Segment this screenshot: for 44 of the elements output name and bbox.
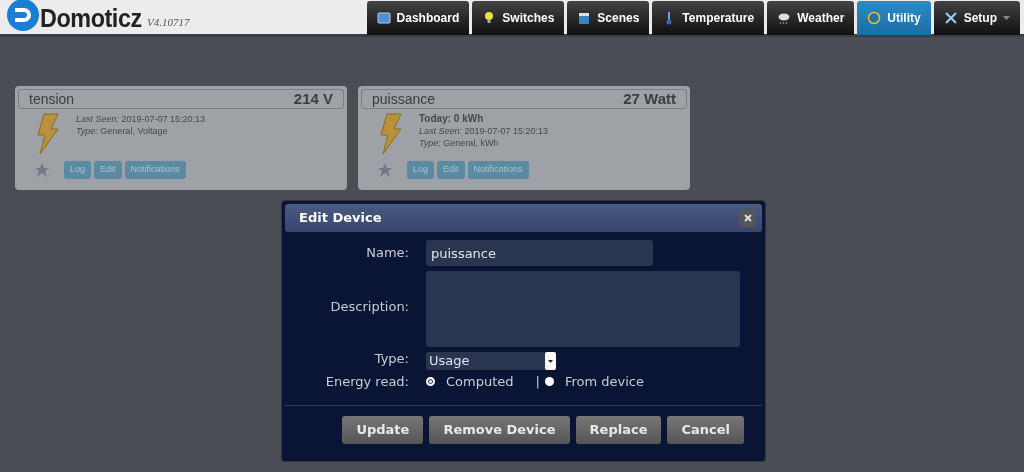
lightning-icon: [377, 113, 403, 155]
detail-text: Last Seen: 2019-07-07 15:20:13: [419, 125, 549, 137]
name-field[interactable]: puissance: [426, 240, 653, 266]
dialog-button[interactable]: Update: [342, 416, 424, 444]
device-name: tension: [29, 89, 75, 109]
lightning-icon: [34, 113, 60, 155]
logo-text: Domoticz: [40, 3, 142, 33]
energy-radio[interactable]: Computed: [426, 372, 514, 392]
dialog-button[interactable]: Cancel: [667, 416, 744, 444]
description-field[interactable]: [426, 271, 740, 347]
version-text: V4.10717: [147, 14, 190, 30]
energy-read-label: Energy read:: [324, 373, 409, 391]
separator-text: |: [535, 373, 540, 391]
close-button[interactable]: [739, 209, 756, 227]
detail-text: Last Seen: 2019-07-07 15:20:13: [76, 113, 206, 125]
dialog-title: Edit Device: [299, 209, 382, 228]
star-icon: [35, 163, 49, 177]
star-icon: [378, 163, 392, 177]
nav-tab[interactable]: Switches: [472, 1, 565, 35]
device-name: puissance: [372, 89, 436, 109]
detail-text: Type: General, Voltage: [76, 125, 169, 137]
caret-icon: [548, 359, 553, 363]
nav-tab[interactable]: Temperature: [652, 1, 765, 35]
device-value: 27 Watt: [623, 88, 676, 109]
nav-tab[interactable]: Weather: [767, 1, 855, 35]
screen-icon: [376, 11, 391, 25]
type-select[interactable]: Usage: [426, 352, 556, 370]
type-label: Type:: [373, 349, 409, 368]
logo-icon: [6, 0, 40, 32]
close-icon: [743, 214, 752, 222]
nav-tab[interactable]: Scenes: [567, 1, 650, 35]
nav-tab[interactable]: Setup: [933, 1, 1020, 35]
energy-radio[interactable]: From device: [544, 372, 644, 392]
description-label: Description:: [329, 297, 409, 316]
name-label: Name:: [365, 244, 409, 263]
clapper-icon: [577, 11, 592, 25]
nav-tab[interactable]: Dashboard: [366, 1, 470, 35]
device-value: 214 V: [293, 88, 333, 109]
detail-text: Type: General, kWh: [419, 137, 500, 149]
dialog-button[interactable]: Replace: [575, 416, 662, 444]
cloud-icon: [777, 11, 792, 25]
today-text: Today: 0 kWh: [419, 113, 485, 125]
nav-tab[interactable]: Utility: [857, 1, 931, 35]
dialog-button[interactable]: Remove Device: [429, 416, 570, 444]
